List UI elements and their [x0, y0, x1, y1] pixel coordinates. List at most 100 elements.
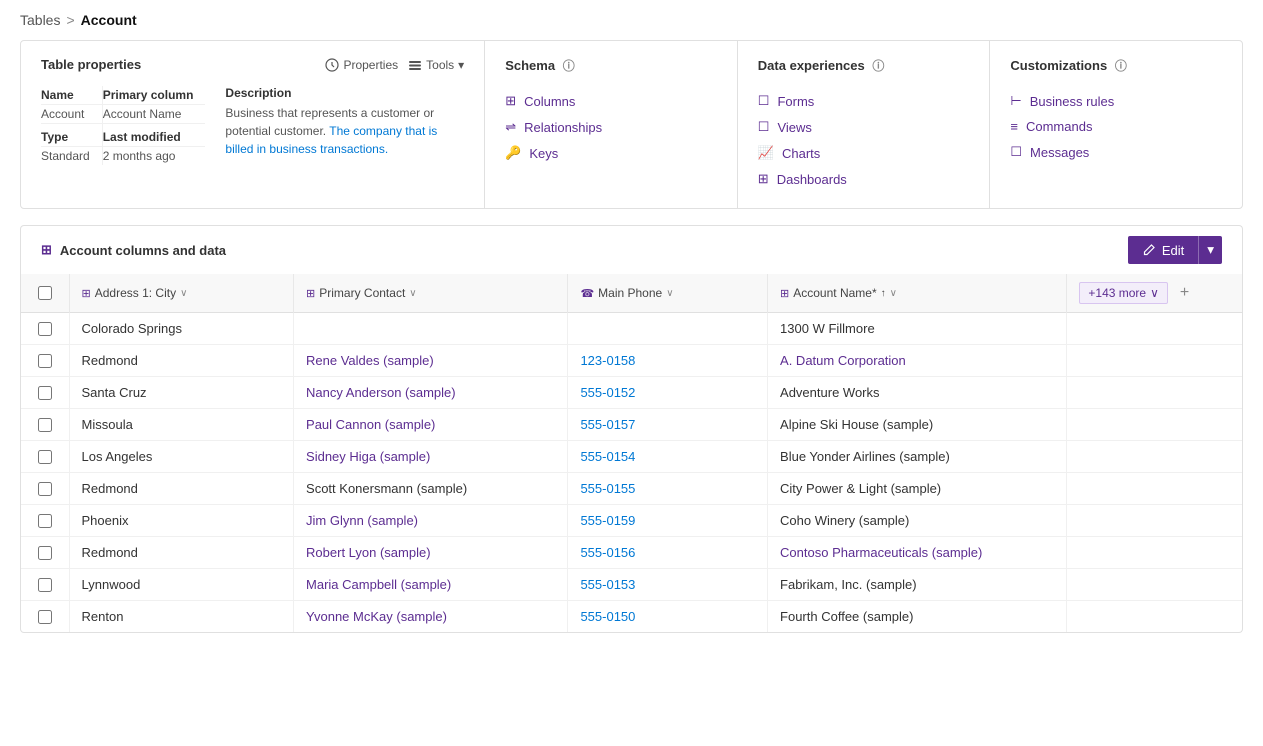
phone-link[interactable]: 555-0157: [580, 417, 635, 432]
table-row: Santa CruzNancy Anderson (sample)555-015…: [21, 377, 1242, 409]
cell-contact[interactable]: Jim Glynn (sample): [294, 505, 568, 537]
description-col: Description Business that represents a c…: [225, 86, 464, 165]
phone-link[interactable]: 555-0155: [580, 481, 635, 496]
more-columns-button[interactable]: +143 more ∨: [1079, 282, 1168, 304]
row-checkbox[interactable]: [38, 546, 52, 560]
row-checkbox[interactable]: [38, 578, 52, 592]
cell-phone[interactable]: 555-0155: [568, 473, 768, 505]
cell-contact[interactable]: Robert Lyon (sample): [294, 537, 568, 569]
phone-link[interactable]: 555-0152: [580, 385, 635, 400]
cell-phone[interactable]: 555-0153: [568, 569, 768, 601]
commands-icon: ≡: [1010, 119, 1018, 134]
row-checkbox[interactable]: [38, 482, 52, 496]
account-name-link[interactable]: Contoso Pharmaceuticals (sample): [780, 545, 982, 560]
keys-nav-item[interactable]: 🔑 Keys: [505, 140, 717, 166]
table-properties-panel: Table properties Properties Tools ▾ Name: [21, 41, 485, 208]
phone-link[interactable]: 555-0159: [580, 513, 635, 528]
cell-account-name[interactable]: A. Datum Corporation: [768, 345, 1067, 377]
relationships-nav-item[interactable]: ⇌ Relationships: [505, 114, 717, 140]
th-address-city[interactable]: ⊞ Address 1: City ∨: [69, 274, 294, 313]
phone-link[interactable]: 555-0153: [580, 577, 635, 592]
cell-phone[interactable]: 555-0152: [568, 377, 768, 409]
contact-link[interactable]: Robert Lyon (sample): [306, 545, 431, 560]
tools-icon: [408, 58, 422, 72]
cell-city: Redmond: [69, 345, 294, 377]
phone-link[interactable]: 555-0150: [580, 609, 635, 624]
contact-link[interactable]: Yvonne McKay (sample): [306, 609, 447, 624]
schema-header: Schema ⓘ: [505, 57, 717, 74]
forms-nav-item[interactable]: ☐ Forms: [758, 88, 970, 114]
add-column-button[interactable]: +: [1174, 282, 1195, 304]
messages-nav-item[interactable]: ☐ Messages: [1010, 139, 1222, 165]
breadcrumb-tables-link[interactable]: Tables: [20, 12, 60, 28]
cell-phone[interactable]: 555-0159: [568, 505, 768, 537]
tools-button[interactable]: Tools ▾: [408, 58, 464, 72]
contact-link: Scott Konersmann (sample): [306, 481, 467, 496]
cell-phone[interactable]: 123-0158: [568, 345, 768, 377]
account-name-link[interactable]: A. Datum Corporation: [780, 353, 906, 368]
dashboards-nav-item[interactable]: ⊞ Dashboards: [758, 166, 970, 192]
row-checkbox[interactable]: [38, 610, 52, 624]
customizations-panel: Customizations ⓘ ⊢ Business rules ≡ Comm…: [990, 41, 1242, 208]
description-link2[interactable]: transactions.: [320, 142, 388, 156]
data-table: ⊞ Address 1: City ∨ ⊞ Primary Contact ∨ …: [20, 274, 1243, 633]
row-checkbox-cell: [21, 473, 69, 505]
cell-extra: [1067, 537, 1242, 569]
contact-link[interactable]: Maria Campbell (sample): [306, 577, 451, 592]
contact-link[interactable]: Sidney Higa (sample): [306, 449, 430, 464]
cell-phone[interactable]: 555-0154: [568, 441, 768, 473]
row-checkbox-cell: [21, 377, 69, 409]
th-primary-contact[interactable]: ⊞ Primary Contact ∨: [294, 274, 568, 313]
city-sort-icon: ∨: [180, 288, 187, 299]
select-all-checkbox[interactable]: [38, 286, 52, 300]
row-checkbox-cell: [21, 569, 69, 601]
contact-link[interactable]: Nancy Anderson (sample): [306, 385, 456, 400]
cell-account-name: 1300 W Fillmore: [768, 313, 1067, 345]
cell-account-name: Adventure Works: [768, 377, 1067, 409]
primary-column-value: Account Name: [102, 105, 205, 124]
contact-link[interactable]: Paul Cannon (sample): [306, 417, 435, 432]
row-checkbox[interactable]: [38, 450, 52, 464]
description-label: Description: [225, 86, 464, 100]
name-value: Account: [41, 105, 102, 124]
row-checkbox[interactable]: [38, 354, 52, 368]
views-nav-item[interactable]: ☐ Views: [758, 114, 970, 140]
th-account-name[interactable]: ⊞ Account Name* ↑ ∨: [768, 274, 1067, 313]
contact-link[interactable]: Jim Glynn (sample): [306, 513, 418, 528]
commands-nav-item[interactable]: ≡ Commands: [1010, 114, 1222, 139]
contact-link[interactable]: Rene Valdes (sample): [306, 353, 434, 368]
cell-phone[interactable]: 555-0150: [568, 601, 768, 633]
cell-phone[interactable]: 555-0156: [568, 537, 768, 569]
columns-nav-item[interactable]: ⊞ Columns: [505, 88, 717, 114]
phone-link[interactable]: 555-0154: [580, 449, 635, 464]
cell-contact[interactable]: Maria Campbell (sample): [294, 569, 568, 601]
th-more-cols: +143 more ∨ +: [1067, 274, 1242, 313]
cell-contact[interactable]: Nancy Anderson (sample): [294, 377, 568, 409]
edit-button[interactable]: Edit: [1128, 236, 1198, 264]
phone-link[interactable]: 123-0158: [580, 353, 635, 368]
properties-button[interactable]: Properties: [325, 58, 398, 72]
edit-dropdown-button[interactable]: ▾: [1198, 236, 1222, 264]
row-checkbox[interactable]: [38, 322, 52, 336]
row-checkbox[interactable]: [38, 386, 52, 400]
cell-contact: Scott Konersmann (sample): [294, 473, 568, 505]
breadcrumb-separator: >: [66, 12, 74, 28]
schema-info-icon: ⓘ: [563, 59, 575, 73]
cell-city: Phoenix: [69, 505, 294, 537]
cell-contact[interactable]: Rene Valdes (sample): [294, 345, 568, 377]
cell-account-name[interactable]: Contoso Pharmaceuticals (sample): [768, 537, 1067, 569]
phone-link[interactable]: 555-0156: [580, 545, 635, 560]
cell-contact[interactable]: Yvonne McKay (sample): [294, 601, 568, 633]
th-main-phone[interactable]: ☎ Main Phone ∨: [568, 274, 768, 313]
cell-account-name: Blue Yonder Airlines (sample): [768, 441, 1067, 473]
business-rules-nav-item[interactable]: ⊢ Business rules: [1010, 88, 1222, 114]
cell-phone[interactable]: 555-0157: [568, 409, 768, 441]
cell-contact[interactable]: Sidney Higa (sample): [294, 441, 568, 473]
cell-contact[interactable]: Paul Cannon (sample): [294, 409, 568, 441]
last-modified-label: Last modified: [102, 124, 205, 147]
row-checkbox[interactable]: [38, 418, 52, 432]
business-rules-icon: ⊢: [1010, 93, 1021, 109]
charts-nav-item[interactable]: 📈 Charts: [758, 140, 970, 166]
row-checkbox[interactable]: [38, 514, 52, 528]
schema-panel: Schema ⓘ ⊞ Columns ⇌ Relationships 🔑 Key…: [485, 41, 738, 208]
